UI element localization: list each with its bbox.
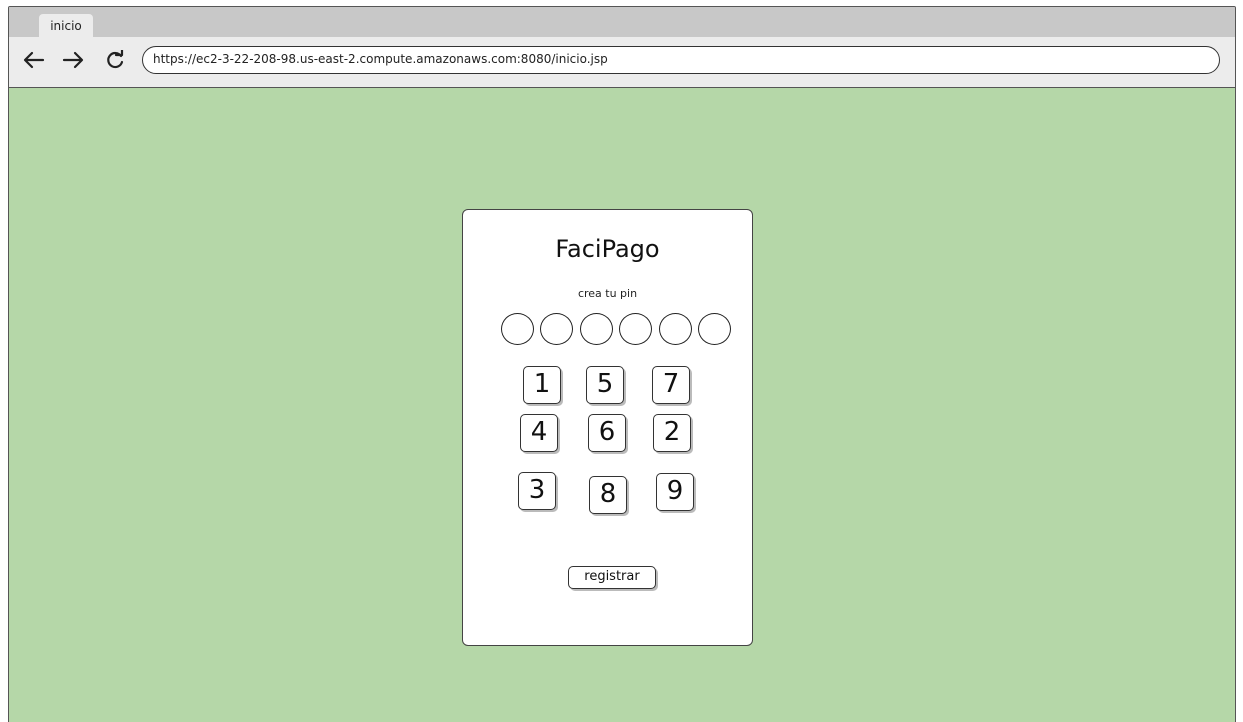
forward-button[interactable]	[60, 47, 86, 73]
key-7[interactable]: 7	[652, 366, 690, 404]
key-6[interactable]: 6	[588, 414, 626, 452]
browser-toolbar: https://ec2-3-22-208-98.us-east-2.comput…	[9, 37, 1235, 88]
key-5[interactable]: 5	[586, 366, 624, 404]
back-button[interactable]	[21, 47, 47, 73]
reload-button[interactable]	[102, 47, 128, 73]
reload-icon	[107, 50, 124, 69]
create-pin-label: crea tu pin	[577, 287, 638, 300]
page-content: FaciPago crea tu pin 1 5 7 4 6 2 3 8 9 r…	[9, 88, 1235, 722]
url-field[interactable]: https://ec2-3-22-208-98.us-east-2.comput…	[142, 46, 1220, 74]
pin-dot	[619, 313, 652, 345]
register-button[interactable]: registrar	[568, 566, 656, 589]
app-title: FaciPago	[555, 235, 660, 263]
arrow-right-icon	[62, 51, 84, 69]
key-9[interactable]: 9	[656, 473, 694, 511]
key-2[interactable]: 2	[653, 414, 691, 452]
pin-dot	[580, 313, 613, 345]
pin-dot	[698, 313, 731, 345]
key-1[interactable]: 1	[523, 366, 561, 404]
tab-inicio[interactable]: inicio	[39, 14, 93, 38]
arrow-left-icon	[23, 51, 45, 69]
key-3[interactable]: 3	[518, 472, 556, 510]
pin-dot	[501, 313, 534, 345]
browser-window: inicio https://ec2-3-22-208-98.us-east-2…	[8, 6, 1236, 722]
pin-dot	[540, 313, 573, 345]
pin-dot	[659, 313, 692, 345]
key-8[interactable]: 8	[589, 476, 627, 514]
pin-card: FaciPago crea tu pin 1 5 7 4 6 2 3 8 9 r…	[462, 209, 753, 646]
key-4[interactable]: 4	[520, 414, 558, 452]
tab-bar: inicio	[9, 7, 1235, 38]
